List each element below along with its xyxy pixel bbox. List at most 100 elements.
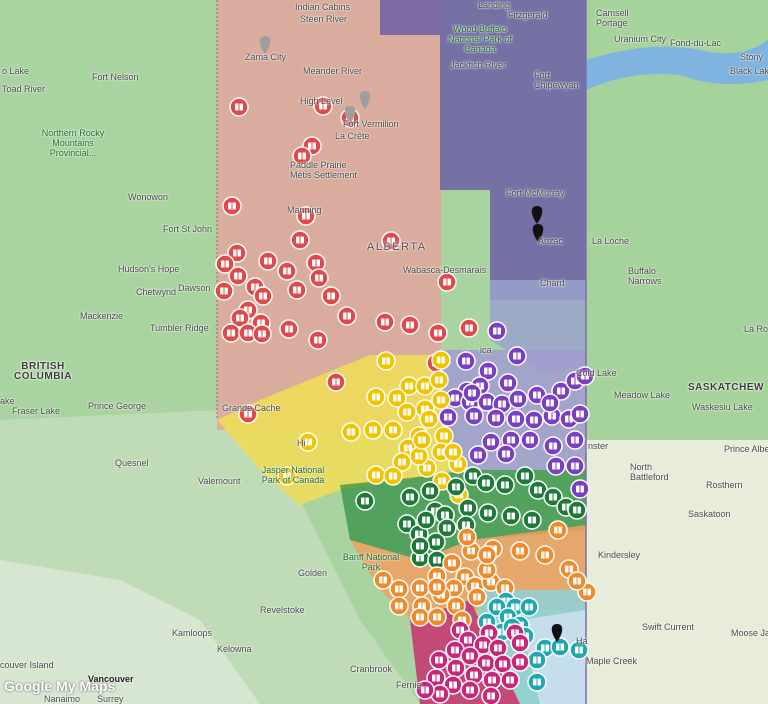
library-marker-central[interactable]	[383, 420, 403, 440]
library-marker-north[interactable]	[400, 315, 420, 335]
library-marker-calgary[interactable]	[355, 491, 375, 511]
library-marker-north[interactable]	[222, 196, 242, 216]
library-marker-south[interactable]	[389, 579, 409, 599]
library-marker-southwest[interactable]	[446, 658, 466, 678]
library-marker-south[interactable]	[477, 545, 497, 565]
library-marker-north[interactable]	[326, 372, 346, 392]
library-marker-southwest[interactable]	[481, 686, 501, 704]
library-marker-south[interactable]	[548, 520, 568, 540]
library-marker-south[interactable]	[410, 607, 430, 627]
library-marker-east[interactable]	[520, 430, 540, 450]
library-marker-east[interactable]	[496, 444, 516, 464]
library-marker-north[interactable]	[279, 319, 299, 339]
library-marker-north[interactable]	[287, 280, 307, 300]
library-marker-central[interactable]	[397, 402, 417, 422]
library-marker-central[interactable]	[341, 422, 361, 442]
library-marker-east[interactable]	[543, 436, 563, 456]
library-marker-southwest[interactable]	[510, 652, 530, 672]
library-marker-calgary[interactable]	[567, 500, 587, 520]
library-marker-east[interactable]	[524, 410, 544, 430]
map-canvas[interactable]	[0, 0, 768, 704]
library-marker-east[interactable]	[508, 389, 528, 409]
library-marker-north[interactable]	[459, 318, 479, 338]
library-marker-east[interactable]	[462, 383, 482, 403]
library-marker-north[interactable]	[375, 312, 395, 332]
library-marker-calgary[interactable]	[476, 473, 496, 493]
library-marker-south[interactable]	[427, 577, 447, 597]
library-marker-east[interactable]	[565, 456, 585, 476]
library-marker-calgary[interactable]	[478, 503, 498, 523]
library-marker-calgary[interactable]	[420, 481, 440, 501]
library-marker-east[interactable]	[438, 407, 458, 427]
library-marker-southwest[interactable]	[460, 680, 480, 700]
library-marker-south[interactable]	[442, 553, 462, 573]
library-marker-calgary[interactable]	[458, 498, 478, 518]
library-marker-east[interactable]	[498, 373, 518, 393]
library-marker-southeast[interactable]	[527, 650, 547, 670]
library-marker-southeast[interactable]	[527, 672, 547, 692]
library-marker-central[interactable]	[431, 390, 451, 410]
library-marker-south[interactable]	[427, 607, 447, 627]
library-marker-east[interactable]	[487, 321, 507, 341]
library-marker-north[interactable]	[437, 272, 457, 292]
library-marker-east[interactable]	[540, 393, 560, 413]
library-marker-southwest[interactable]	[482, 670, 502, 690]
library-marker-north[interactable]	[428, 323, 448, 343]
library-marker-south[interactable]	[467, 587, 487, 607]
library-marker-south[interactable]	[373, 570, 393, 590]
library-marker-southwest[interactable]	[500, 670, 520, 690]
library-marker-central[interactable]	[383, 466, 403, 486]
library-marker-east[interactable]	[570, 404, 590, 424]
library-marker-south[interactable]	[567, 571, 587, 591]
library-marker-central[interactable]	[376, 351, 396, 371]
library-marker-calgary[interactable]	[515, 466, 535, 486]
library-marker-north[interactable]	[308, 330, 328, 350]
library-marker-north[interactable]	[253, 286, 273, 306]
library-marker-central[interactable]	[366, 465, 386, 485]
library-marker-southeast[interactable]	[550, 637, 570, 657]
library-marker-central[interactable]	[412, 430, 432, 450]
library-marker-southwest[interactable]	[488, 638, 508, 658]
library-marker-calgary[interactable]	[495, 475, 515, 495]
library-marker-calgary[interactable]	[437, 518, 457, 538]
library-marker-central[interactable]	[443, 442, 463, 462]
library-marker-north[interactable]	[337, 306, 357, 326]
library-marker-south[interactable]	[510, 541, 530, 561]
library-marker-north[interactable]	[309, 268, 329, 288]
library-marker-north[interactable]	[321, 286, 341, 306]
library-marker-north[interactable]	[229, 97, 249, 117]
library-marker-south[interactable]	[535, 545, 555, 565]
library-marker-east[interactable]	[546, 456, 566, 476]
library-marker-southwest[interactable]	[429, 650, 449, 670]
library-marker-calgary[interactable]	[416, 510, 436, 530]
library-marker-central[interactable]	[429, 370, 449, 390]
library-marker-south[interactable]	[410, 578, 430, 598]
library-marker-north[interactable]	[221, 323, 241, 343]
library-marker-east[interactable]	[506, 409, 526, 429]
library-marker-central[interactable]	[409, 446, 429, 466]
library-marker-central[interactable]	[434, 426, 454, 446]
library-marker-calgary[interactable]	[400, 487, 420, 507]
library-marker-north[interactable]	[214, 281, 234, 301]
library-marker-north[interactable]	[290, 230, 310, 250]
library-marker-north[interactable]	[228, 266, 248, 286]
library-marker-north[interactable]	[258, 251, 278, 271]
library-marker-south[interactable]	[457, 527, 477, 547]
library-marker-south[interactable]	[389, 596, 409, 616]
library-marker-east[interactable]	[456, 351, 476, 371]
library-marker-east[interactable]	[486, 408, 506, 428]
library-marker-calgary[interactable]	[522, 510, 542, 530]
library-marker-calgary[interactable]	[501, 506, 521, 526]
library-marker-north[interactable]	[277, 261, 297, 281]
library-marker-southeast[interactable]	[519, 597, 539, 617]
library-marker-east[interactable]	[565, 430, 585, 450]
library-marker-calgary[interactable]	[446, 477, 466, 497]
library-marker-central[interactable]	[363, 420, 383, 440]
library-marker-central[interactable]	[366, 387, 386, 407]
library-marker-calgary[interactable]	[410, 536, 430, 556]
library-marker-east[interactable]	[570, 479, 590, 499]
library-marker-southwest[interactable]	[510, 633, 530, 653]
library-marker-east[interactable]	[464, 406, 484, 426]
library-marker-east[interactable]	[468, 445, 488, 465]
library-marker-north[interactable]	[252, 324, 272, 344]
